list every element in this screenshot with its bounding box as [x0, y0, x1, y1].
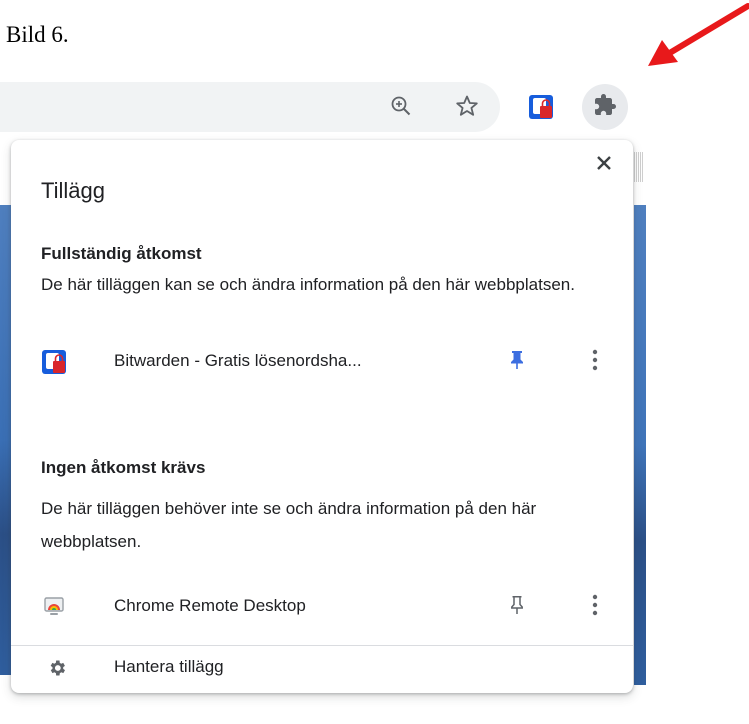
extension-name: Bitwarden - Gratis lösenordsha... [114, 351, 362, 370]
gear-icon [45, 656, 69, 680]
extensions-popup: Tillägg Fullständig åtkomst De här tillä… [11, 140, 633, 693]
full-access-heading: Fullständig åtkomst [41, 244, 202, 263]
background-page [634, 205, 646, 685]
close-icon [596, 155, 612, 176]
popup-title: Tillägg [41, 178, 105, 203]
kebab-menu-icon [592, 348, 598, 377]
background-page [634, 152, 644, 182]
bitwarden-icon[interactable] [524, 90, 558, 124]
more-options-button[interactable] [581, 591, 609, 623]
extension-row-bitwarden[interactable]: Bitwarden - Gratis lösenordsha... [11, 336, 633, 388]
close-button[interactable] [589, 150, 619, 180]
more-options-button[interactable] [581, 346, 609, 378]
full-access-description: De här tilläggen kan se och ändra inform… [41, 275, 575, 294]
divider [11, 645, 633, 646]
zoom-in-icon[interactable] [385, 90, 417, 122]
pin-outline-icon [510, 595, 524, 620]
caption: Bild 6. [6, 22, 69, 47]
manage-extensions-label: Hantera tillägg [114, 657, 224, 676]
kebab-menu-icon [592, 593, 598, 622]
puzzle-icon [593, 93, 617, 122]
pin-filled-icon [510, 350, 524, 375]
remote-desktop-icon [39, 592, 69, 622]
extensions-button[interactable] [582, 84, 628, 130]
extension-name: Chrome Remote Desktop [114, 596, 306, 615]
no-access-description: De här tilläggen behöver inte se och änd… [41, 499, 537, 551]
star-icon[interactable] [451, 90, 483, 122]
extension-row-chrome-remote-desktop[interactable]: Chrome Remote Desktop [11, 581, 633, 633]
pin-button[interactable] [503, 348, 531, 376]
pin-button[interactable] [503, 593, 531, 621]
red-arrow-annotation [648, 3, 749, 66]
address-bar[interactable] [0, 82, 500, 132]
manage-extensions-button[interactable]: Hantera tillägg [11, 648, 633, 690]
bitwarden-icon [39, 347, 69, 377]
no-access-heading: Ingen åtkomst krävs [41, 458, 206, 477]
